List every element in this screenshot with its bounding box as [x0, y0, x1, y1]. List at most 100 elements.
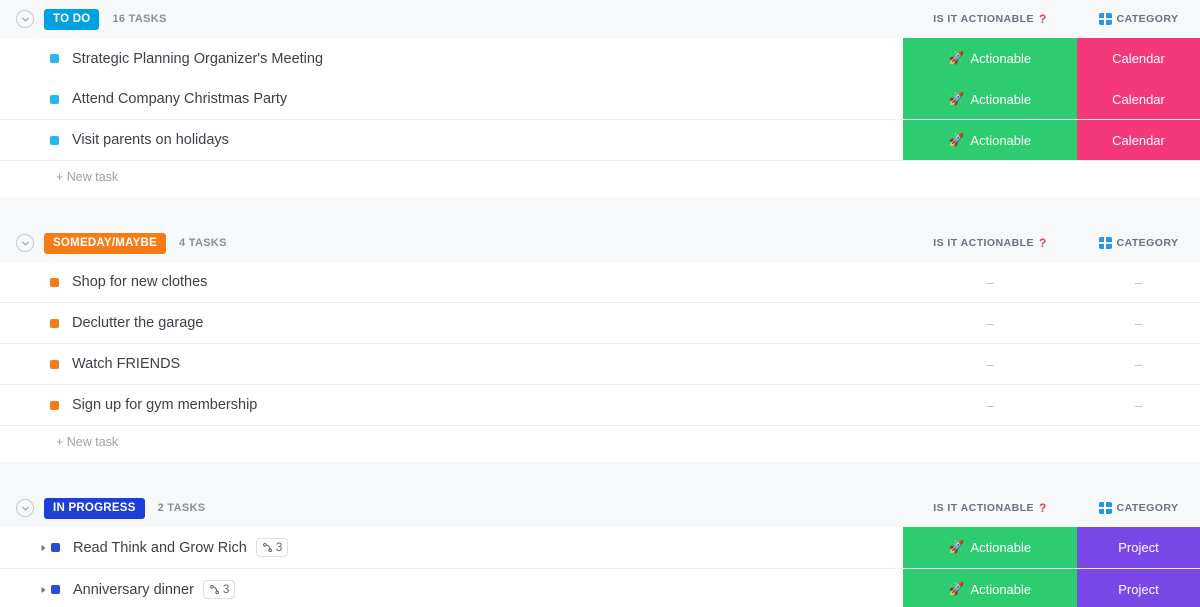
- task-title-cell[interactable]: Strategic Planning Organizer's Meeting: [0, 38, 903, 79]
- column-header-actionable[interactable]: IS IT ACTIONABLE?: [903, 236, 1077, 250]
- status-bullet-icon: [50, 401, 59, 410]
- task-title: Visit parents on holidays: [72, 132, 229, 148]
- cell-category[interactable]: –: [1077, 385, 1200, 425]
- subtask-count: 3: [223, 584, 229, 596]
- task-title-cell[interactable]: Watch FRIENDS: [0, 344, 903, 384]
- status-bullet-icon: [51, 543, 60, 552]
- group-header-to-do: TO DO 16 TASKS IS IT ACTIONABLE?CATEGORY: [0, 0, 1200, 38]
- status-bullet-icon: [50, 360, 59, 369]
- task-board: TO DO16 TASKSIS IT ACTIONABLE?CATEGORYSt…: [0, 0, 1200, 607]
- task-count-label: 4 TASKS: [179, 237, 227, 249]
- table-row[interactable]: Declutter the garage – –: [0, 303, 1200, 344]
- table-row[interactable]: Visit parents on holidays 🚀ActionableCale…: [0, 120, 1200, 161]
- expand-subtasks-icon[interactable]: [36, 544, 50, 552]
- task-title: Anniversary dinner: [73, 582, 194, 598]
- cell-actionable[interactable]: –: [903, 303, 1077, 343]
- status-pill[interactable]: SOMEDAY/MAYBE: [44, 233, 166, 254]
- cell-category-value: Project: [1118, 540, 1158, 555]
- column-header-actionable-label: IS IT ACTIONABLE: [933, 502, 1034, 514]
- task-title: Watch FRIENDS: [72, 356, 180, 372]
- question-mark-icon: ?: [1039, 236, 1047, 250]
- dropdown-grid-icon: [1099, 502, 1112, 514]
- column-header-actionable[interactable]: IS IT ACTIONABLE?: [903, 501, 1077, 515]
- cell-actionable-value: –: [986, 357, 993, 372]
- table-row[interactable]: Strategic Planning Organizer's Meeting🚀A…: [0, 38, 1200, 79]
- column-header-actionable[interactable]: IS IT ACTIONABLE?: [903, 12, 1077, 26]
- column-header-actionable-label: IS IT ACTIONABLE: [933, 13, 1034, 25]
- cell-actionable-value: –: [986, 275, 993, 290]
- table-row[interactable]: Watch FRIENDS – –: [0, 344, 1200, 385]
- cell-actionable[interactable]: 🚀 Actionable: [903, 569, 1077, 607]
- cell-category[interactable]: Calendar: [1077, 120, 1200, 160]
- cell-actionable[interactable]: –: [903, 344, 1077, 384]
- rocket-icon: 🚀: [949, 583, 965, 596]
- rocket-icon: 🚀: [949, 541, 965, 554]
- cell-category[interactable]: Project: [1077, 569, 1200, 607]
- cell-category-value: –: [1135, 357, 1142, 372]
- task-title: Attend Company Christmas Party: [72, 91, 287, 107]
- cell-category[interactable]: Project: [1077, 527, 1200, 568]
- cell-category-value: Calendar: [1112, 51, 1165, 66]
- cell-actionable-value: –: [986, 316, 993, 331]
- cell-actionable[interactable]: –: [903, 385, 1077, 425]
- task-list: Read Think and Grow Rich 3 🚀 Actionable Proj…: [0, 527, 1200, 607]
- column-headers: IS IT ACTIONABLE?CATEGORY: [903, 224, 1200, 262]
- cell-actionable[interactable]: 🚀Actionable: [903, 79, 1077, 119]
- subtask-count: 3: [276, 542, 282, 554]
- new-task-button[interactable]: + New task: [0, 161, 1200, 197]
- table-row[interactable]: Anniversary dinner 3 🚀 Actionable Project: [0, 569, 1200, 607]
- rocket-icon: 🚀: [949, 93, 965, 106]
- status-bullet-icon: [50, 278, 59, 287]
- status-bullet-icon: [51, 585, 60, 594]
- status-pill[interactable]: IN PROGRESS: [44, 498, 145, 519]
- task-title-cell[interactable]: Attend Company Christmas Party: [0, 79, 903, 119]
- section-gap: [0, 462, 1200, 489]
- task-title-cell[interactable]: Anniversary dinner 3: [0, 569, 903, 607]
- section-gap: [0, 197, 1200, 224]
- new-task-button[interactable]: + New task: [0, 426, 1200, 462]
- collapse-toggle-icon[interactable]: [16, 499, 34, 517]
- table-row[interactable]: Read Think and Grow Rich 3 🚀 Actionable Proj…: [0, 527, 1200, 569]
- column-headers: IS IT ACTIONABLE? CATEGORY: [903, 489, 1200, 527]
- column-header-category[interactable]: CATEGORY: [1077, 13, 1200, 25]
- cell-actionable[interactable]: –: [903, 262, 1077, 302]
- cell-category[interactable]: Calendar: [1077, 79, 1200, 119]
- cell-actionable-value: Actionable: [970, 51, 1031, 66]
- cell-category[interactable]: –: [1077, 303, 1200, 343]
- cell-actionable[interactable]: 🚀 Actionable: [903, 527, 1077, 568]
- task-count-label: 16 TASKS: [112, 13, 166, 25]
- task-list: Strategic Planning Organizer's Meeting🚀A…: [0, 38, 1200, 161]
- cell-actionable-value: –: [986, 398, 993, 413]
- cell-category-value: –: [1135, 316, 1142, 331]
- task-title: Read Think and Grow Rich: [73, 540, 247, 556]
- status-pill[interactable]: TO DO: [44, 9, 99, 30]
- question-mark-icon: ?: [1039, 501, 1047, 515]
- cell-category[interactable]: –: [1077, 262, 1200, 302]
- group-header-someday-maybe: SOMEDAY/MAYBE4 TASKSIS IT ACTIONABLE?CAT…: [0, 224, 1200, 262]
- column-header-category[interactable]: CATEGORY: [1077, 502, 1200, 514]
- subtask-count-badge[interactable]: 3: [256, 538, 288, 557]
- cell-actionable[interactable]: 🚀Actionable: [903, 38, 1077, 79]
- task-title-cell[interactable]: Read Think and Grow Rich 3: [0, 527, 903, 568]
- status-bullet-icon: [50, 136, 59, 145]
- column-header-category[interactable]: CATEGORY: [1077, 237, 1200, 249]
- cell-category[interactable]: Calendar: [1077, 38, 1200, 79]
- subtask-count-badge[interactable]: 3: [203, 580, 235, 599]
- task-title-cell[interactable]: Visit parents on holidays: [0, 120, 903, 160]
- expand-subtasks-icon[interactable]: [36, 586, 50, 594]
- cell-actionable-value: Actionable: [970, 540, 1031, 555]
- task-title-cell[interactable]: Declutter the garage: [0, 303, 903, 343]
- column-header-category-label: CATEGORY: [1117, 502, 1179, 514]
- table-row[interactable]: Attend Company Christmas Party 🚀Actionabl…: [0, 79, 1200, 120]
- task-title-cell[interactable]: Shop for new clothes: [0, 262, 903, 302]
- cell-actionable-value: Actionable: [970, 582, 1031, 597]
- task-list: Shop for new clothes––Declutter the gara…: [0, 262, 1200, 426]
- collapse-toggle-icon[interactable]: [16, 234, 34, 252]
- column-header-actionable-label: IS IT ACTIONABLE: [933, 237, 1034, 249]
- cell-category[interactable]: –: [1077, 344, 1200, 384]
- task-title-cell[interactable]: Sign up for gym membership: [0, 385, 903, 425]
- table-row[interactable]: Sign up for gym membership – –: [0, 385, 1200, 426]
- table-row[interactable]: Shop for new clothes – –: [0, 262, 1200, 303]
- cell-actionable[interactable]: 🚀Actionable: [903, 120, 1077, 160]
- collapse-toggle-icon[interactable]: [16, 10, 34, 28]
